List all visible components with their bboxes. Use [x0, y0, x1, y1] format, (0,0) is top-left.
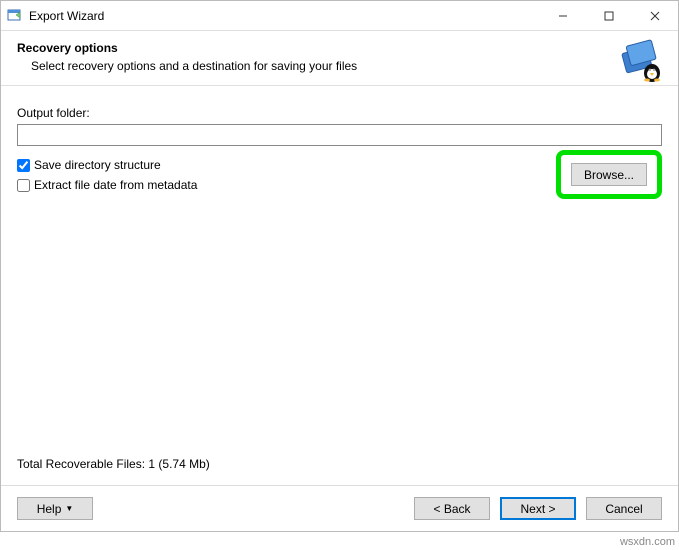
output-folder-input[interactable] [17, 124, 662, 146]
extract-date-label: Extract file date from metadata [34, 178, 197, 192]
back-button[interactable]: < Back [414, 497, 490, 520]
window-controls [540, 1, 678, 30]
next-button[interactable]: Next > [500, 497, 576, 520]
close-button[interactable] [632, 1, 678, 30]
page-title: Recovery options [17, 41, 662, 55]
browse-highlight: Browse... [556, 150, 662, 199]
save-directory-checkbox-row[interactable]: Save directory structure [17, 158, 556, 172]
wizard-header: Recovery options Select recovery options… [1, 31, 678, 86]
output-folder-label: Output folder: [17, 106, 662, 120]
wizard-body: Output folder: Save directory structure … [1, 86, 678, 485]
help-button-label: Help [37, 502, 62, 516]
help-button[interactable]: Help ▼ [17, 497, 93, 520]
cancel-button[interactable]: Cancel [586, 497, 662, 520]
page-subtitle: Select recovery options and a destinatio… [17, 59, 662, 73]
titlebar: Export Wizard [1, 1, 678, 31]
save-directory-label: Save directory structure [34, 158, 161, 172]
app-icon [7, 8, 23, 24]
minimize-button[interactable] [540, 1, 586, 30]
extract-date-checkbox[interactable] [17, 179, 30, 192]
browse-button[interactable]: Browse... [571, 163, 647, 186]
save-directory-checkbox[interactable] [17, 159, 30, 172]
extract-date-checkbox-row[interactable]: Extract file date from metadata [17, 178, 556, 192]
window-title: Export Wizard [29, 9, 540, 23]
watermark: wsxdn.com [620, 536, 675, 548]
chevron-down-icon: ▼ [65, 504, 73, 513]
wizard-footer: Help ▼ < Back Next > Cancel [1, 485, 678, 531]
export-wizard-window: Export Wizard Recovery options Select re… [0, 0, 679, 532]
status-text: Total Recoverable Files: 1 (5.74 Mb) [17, 457, 210, 471]
wizard-brand-icon [618, 37, 664, 83]
maximize-button[interactable] [586, 1, 632, 30]
